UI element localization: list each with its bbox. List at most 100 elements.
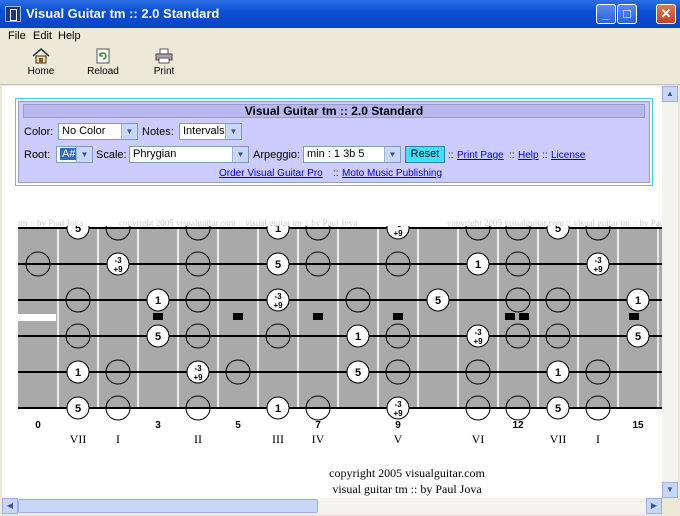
scale-select[interactable]: Phrygian ▼ [129,146,249,163]
note-label: 1 [275,403,281,415]
menu-file[interactable]: File [8,30,26,42]
fret-inlay [313,313,323,320]
color-select[interactable]: No Color ▼ [58,123,138,140]
home-icon [32,48,50,64]
print-button[interactable]: Print [138,46,190,82]
notes-label: Notes: [142,126,174,138]
scale-degree-numeral: II [194,432,202,446]
note-label: 1 [635,295,641,307]
window-title: Visual Guitar tm :: 2.0 Standard [26,6,220,21]
print-icon [155,48,173,64]
help-link[interactable]: Help [518,150,539,161]
note-label: +9 [393,229,403,238]
minimize-button[interactable]: _ [596,4,616,24]
note-label: +9 [393,409,403,418]
reload-icon [96,48,110,64]
note-label: 5 [75,226,81,235]
notes-select-value: Intervals [183,125,225,137]
note-label: 5 [275,259,281,271]
chevron-down-icon: ▼ [232,147,248,162]
menu-edit[interactable]: Edit [33,30,52,42]
print-label: Print [153,66,175,77]
note-label: 5 [555,226,561,235]
chevron-down-icon: ▼ [76,147,92,162]
arpeggio-select-value: min : 1 3b 5 [307,148,365,160]
scale-select-value: Phrygian [133,148,177,160]
separator: :: [448,150,454,161]
note-label: -3 [474,328,482,337]
color-select-value: No Color [62,125,106,137]
toolbar: Home Reload Print [0,44,680,85]
note-label: 5 [155,331,161,343]
control-panel: Visual Guitar tm :: 2.0 Standard Color: … [18,101,650,183]
separator: :: [542,150,548,161]
scale-degree-numeral: VI [472,432,485,446]
root-select[interactable]: A# ▼ [56,146,93,163]
horizontal-scrollbar[interactable]: ◀ ▶ [2,498,662,514]
reload-label: Reload [87,66,119,77]
notes-select[interactable]: Intervals ▼ [179,123,242,140]
fret-number: 7 [315,420,321,431]
footer-credit: visual guitar tm :: by Paul Jova [332,482,482,496]
menu-help[interactable]: Help [58,30,81,42]
chevron-down-icon: ▼ [121,124,137,139]
fret-inlay [505,313,515,320]
note-label: -3 [114,256,122,265]
note-label: +9 [273,301,283,310]
nut-marker [18,314,56,321]
reload-button[interactable]: Reload [77,46,129,82]
note-label: 1 [275,226,281,235]
scroll-right-icon[interactable]: ▶ [646,498,662,514]
scale-degree-numeral: V [394,432,403,446]
license-link[interactable]: License [551,150,585,161]
fret-inlay [233,313,243,320]
note-label: +9 [593,265,603,274]
fret-inlay [393,313,403,320]
scroll-up-icon[interactable]: ▲ [662,86,678,102]
scale-degree-numeral: VII [70,432,87,446]
note-label: 1 [555,367,561,379]
note-label: +9 [113,265,123,274]
chevron-down-icon: ▼ [225,124,241,139]
note-label: -3 [394,400,402,409]
moto-music-link[interactable]: Moto Music Publishing [342,168,442,179]
restore-button[interactable]: □ [617,4,637,24]
print-page-link[interactable]: Print Page [457,150,504,161]
fret-inlay [519,313,529,320]
home-button[interactable]: Home [15,46,67,82]
scroll-down-icon[interactable]: ▼ [662,482,678,498]
scale-degree-numeral: IV [312,432,325,446]
note-label: 1 [475,259,481,271]
fretboard: 51-3+95-3+951-3+91-3+95151-3+951-3+95151… [18,226,662,446]
fret-inlay [153,313,163,320]
close-button[interactable]: ✕ [656,4,676,24]
arpeggio-label: Arpeggio: [253,149,301,161]
arpeggio-select[interactable]: min : 1 3b 5 ▼ [303,146,401,163]
note-label: 5 [75,403,81,415]
note-label: -3 [194,364,202,373]
scale-degree-numeral: I [116,432,120,446]
footer-copyright: copyright 2005 visualguitar.com [329,466,485,480]
scroll-left-icon[interactable]: ◀ [2,498,18,514]
vertical-scrollbar[interactable]: ▲ ▼ [662,86,678,498]
separator: :: [333,168,339,179]
note-label: -3 [594,256,602,265]
content-area: Visual Guitar tm :: 2.0 Standard Color: … [2,86,662,498]
scale-degree-numeral: III [272,432,284,446]
fret-number: 0 [35,420,41,431]
note-label: 5 [555,403,561,415]
scale-label: Scale: [96,149,127,161]
panel-title: Visual Guitar tm :: 2.0 Standard [23,104,645,118]
scroll-corner [662,498,678,514]
separator: :: [509,150,515,161]
reset-button[interactable]: Reset [405,146,445,163]
scroll-thumb[interactable] [18,499,318,513]
chevron-down-icon: ▼ [384,147,400,162]
note-label: 1 [75,367,81,379]
order-pro-link[interactable]: Order Visual Guitar Pro [219,168,323,179]
home-label: Home [27,66,55,77]
fret-number: 5 [235,420,241,431]
fret-number: 12 [512,420,524,431]
fret-number: 3 [155,420,161,431]
fret-number: 15 [632,420,644,431]
